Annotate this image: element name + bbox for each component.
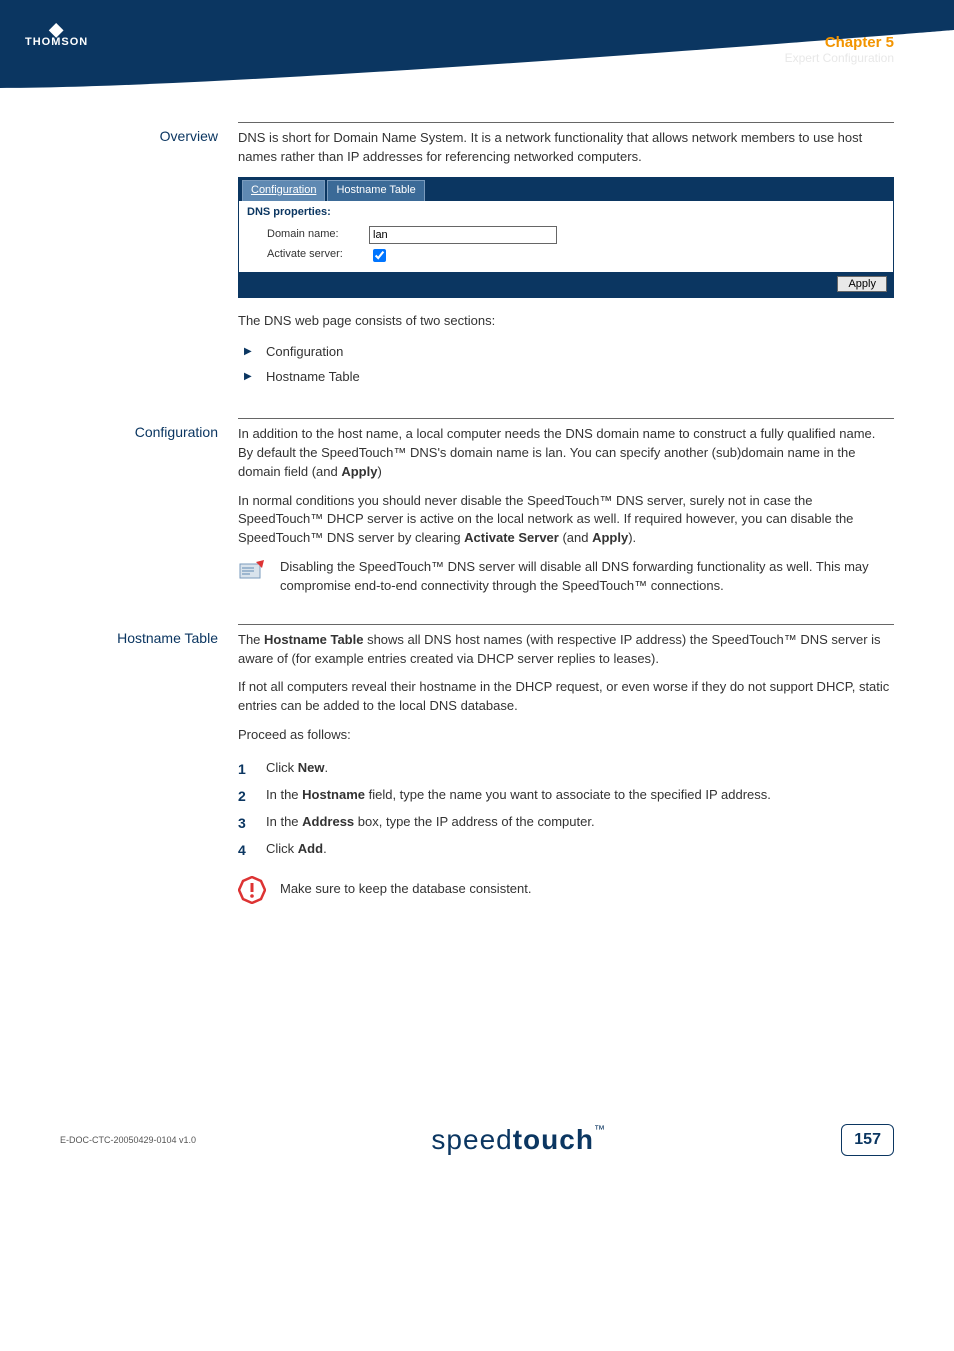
tab-configuration[interactable]: Configuration [242,180,325,201]
configuration-label: Configuration [60,418,238,596]
apply-button[interactable]: Apply [837,276,887,292]
domain-name-label: Domain name: [267,227,357,243]
list-item: In the Hostname field, type the name you… [238,782,894,809]
page-number: 157 [841,1124,894,1156]
ui-tabs: Configuration Hostname Table [239,178,893,201]
list-item: Hostname Table [238,365,894,390]
brand-logo: ◆ THOMSON [25,22,88,48]
ui-pane: DNS properties: Domain name: Activate se… [239,201,893,272]
overview-after-ui: The DNS web page consists of two section… [238,312,894,331]
activate-server-checkbox[interactable] [373,249,386,262]
hostname-warning-text: Make sure to keep the database consisten… [280,876,532,899]
note-icon [238,558,266,582]
footer-brand: speedtouch™ [431,1124,606,1156]
brand-mark-icon: ◆ [25,22,88,36]
footer: E-DOC-CTC-20050429-0104 v1.0 speedtouch™… [0,1124,954,1196]
config-note-text: Disabling the SpeedTouch™ DNS server wil… [280,558,894,596]
header-right: Chapter 5 Expert Configuration [785,34,894,65]
chapter-label: Chapter 5 [785,34,894,51]
chapter-subtitle: Expert Configuration [785,51,894,65]
overview-label: Overview [60,122,238,390]
domain-name-input[interactable] [369,226,557,244]
hostname-p3: Proceed as follows: [238,726,894,745]
list-item: Click New. [238,755,894,782]
list-item: Click Add. [238,836,894,863]
hostname-body: The Hostname Table shows all DNS host na… [238,624,894,905]
hostname-steps: Click New. In the Hostname field, type t… [238,755,894,862]
ui-pane-title: DNS properties: [247,205,885,221]
tab-hostname-table[interactable]: Hostname Table [327,180,424,201]
hostname-p1: The Hostname Table shows all DNS host na… [238,631,894,669]
config-p2: In normal conditions you should never di… [238,492,894,549]
overview-sections-list: Configuration Hostname Table [238,340,894,390]
list-item: Configuration [238,340,894,365]
dns-config-screenshot: Configuration Hostname Table DNS propert… [238,177,894,298]
activate-server-label: Activate server: [267,247,357,263]
hostname-p2: If not all computers reveal their hostna… [238,678,894,716]
hostname-warning: Make sure to keep the database consisten… [238,876,894,904]
config-p1: In addition to the host name, a local co… [238,425,894,482]
warning-icon [238,876,266,904]
overview-body: DNS is short for Domain Name System. It … [238,122,894,390]
list-item: In the Address box, type the IP address … [238,809,894,836]
hostname-table-label: Hostname Table [60,624,238,905]
doc-id: E-DOC-CTC-20050429-0104 v1.0 [60,1135,196,1145]
brand-logo-text: THOMSON [25,36,88,48]
config-note: Disabling the SpeedTouch™ DNS server wil… [238,558,894,596]
configuration-body: In addition to the host name, a local co… [238,418,894,596]
overview-intro: DNS is short for Domain Name System. It … [238,129,894,167]
ui-button-bar: Apply [239,272,893,297]
